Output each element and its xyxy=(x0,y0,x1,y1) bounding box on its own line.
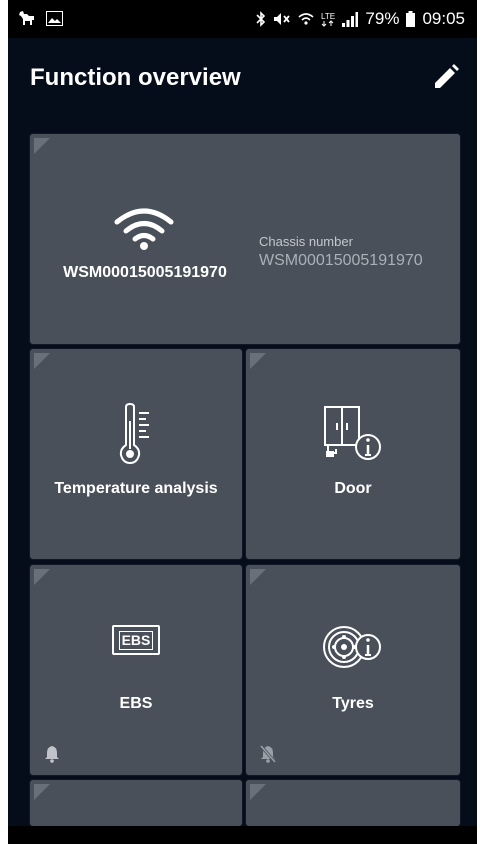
app-bar: Function overview xyxy=(8,38,477,118)
vehicle-tile[interactable]: WSM00015005191970 Chassis number WSM0001… xyxy=(30,134,460,344)
clock: 09:05 xyxy=(422,9,465,28)
battery-icon xyxy=(406,11,416,27)
lte-icon: LTE xyxy=(321,12,335,27)
deer-icon xyxy=(19,11,34,25)
tile-corner xyxy=(34,353,50,369)
tyres-label: Tyres xyxy=(332,695,374,712)
page-title: Function overview xyxy=(30,64,241,91)
tile-corner xyxy=(250,784,266,800)
chassis-value: WSM00015005191970 xyxy=(259,252,423,269)
door-tile[interactable]: Door xyxy=(246,349,460,559)
battery-percent: 79% xyxy=(365,9,400,28)
tile-corner xyxy=(250,569,266,585)
status-right: LTE 79% 09:05 xyxy=(256,9,465,29)
wifi-icon xyxy=(114,208,174,250)
temperature-label: Temperature analysis xyxy=(54,480,218,497)
next-tile-right[interactable] xyxy=(246,780,460,826)
thermometer-icon xyxy=(119,403,149,465)
ebs-label: EBS xyxy=(119,695,153,712)
ebs-icon: EBS xyxy=(112,625,160,655)
tile-corner xyxy=(34,569,50,585)
signal-icon xyxy=(342,11,359,27)
wifi-icon xyxy=(298,13,314,25)
edit-button[interactable] xyxy=(431,62,461,92)
chassis-label: Chassis number xyxy=(259,234,353,249)
image-icon xyxy=(46,10,63,26)
tyres-tile[interactable]: Tyres xyxy=(246,565,460,775)
tile-corner xyxy=(250,353,266,369)
tile-corner xyxy=(34,784,50,800)
bluetooth-icon xyxy=(256,11,266,27)
door-label: Door xyxy=(334,480,372,497)
status-bar: LTE 79% 09:05 xyxy=(8,0,477,38)
ebs-tile[interactable]: EBS EBS xyxy=(30,565,242,775)
bell-off-icon xyxy=(260,745,276,763)
screen: LTE 79% 09:05 Function overview WSM00015… xyxy=(8,0,477,844)
vehicle-name: WSM00015005191970 xyxy=(63,264,227,281)
pencil-icon xyxy=(435,64,459,88)
ebs-badge-text: EBS xyxy=(121,631,151,648)
door-info-icon xyxy=(324,406,381,460)
tyre-info-icon xyxy=(323,626,381,668)
bell-icon xyxy=(45,746,59,763)
ebs-badge-inner: EBS xyxy=(118,630,154,650)
status-left xyxy=(18,10,63,26)
temperature-tile[interactable]: Temperature analysis xyxy=(30,349,242,559)
bottom-bar xyxy=(8,826,477,844)
next-tile-left[interactable] xyxy=(30,780,242,826)
svg-text:LTE: LTE xyxy=(321,12,335,21)
tile-corner xyxy=(34,138,50,154)
mute-icon xyxy=(274,13,291,25)
